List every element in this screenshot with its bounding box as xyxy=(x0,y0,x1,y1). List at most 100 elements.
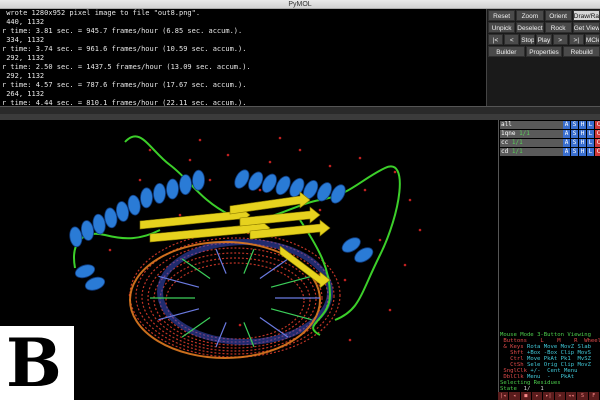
object-action-a[interactable]: A xyxy=(563,148,571,156)
button-draw-ray[interactable]: Draw/Ray xyxy=(572,10,600,21)
alpha-helix xyxy=(140,187,153,209)
console-line: r time: 4.57 sec. = 787.6 frames/hour (1… xyxy=(2,81,247,89)
button-builder[interactable]: Builder xyxy=(488,46,525,57)
water-atom xyxy=(363,188,367,192)
button-unpick[interactable]: Unpick xyxy=(488,22,516,33)
button-[interactable]: >| xyxy=(568,34,584,45)
object-name[interactable]: cd 1/1 xyxy=(500,148,563,156)
movie-button[interactable]: ▸| xyxy=(543,392,555,400)
object-action-h[interactable]: H xyxy=(579,148,587,156)
water-atom xyxy=(188,158,192,162)
movie-button[interactable]: ■ xyxy=(520,392,532,400)
object-action-s[interactable]: S xyxy=(571,139,579,147)
object-action-c[interactable]: C xyxy=(595,139,600,147)
base-pair xyxy=(181,258,211,279)
button-orient[interactable]: Orient xyxy=(544,10,572,21)
alpha-helix xyxy=(74,264,96,279)
object-action-l[interactable]: L xyxy=(587,139,595,147)
object-row-cd[interactable]: cd 1/1 A S H L C xyxy=(500,148,600,156)
object-action-h[interactable]: H xyxy=(579,130,587,138)
button-stop[interactable]: Stop xyxy=(520,34,536,45)
button-rebuild[interactable]: Rebuild xyxy=(563,46,600,57)
water-atom xyxy=(238,323,242,327)
object-action-s[interactable]: S xyxy=(571,121,579,129)
movie-control-bar: |◂ ◂ ■ ▸ ▸|» ◂◂ S F xyxy=(498,392,600,400)
object-name[interactable]: all xyxy=(500,121,563,129)
water-atom xyxy=(318,208,322,212)
base-pair xyxy=(259,317,289,338)
object-action-a[interactable]: A xyxy=(563,130,571,138)
water-atom xyxy=(358,156,362,160)
object-row-all[interactable]: all ASHLC xyxy=(500,121,600,129)
button-zoom[interactable]: Zoom xyxy=(516,10,544,21)
water-atom xyxy=(388,308,392,312)
water-atom xyxy=(348,338,352,342)
console-line: wrote 1280x952 pixel image to file "out8… xyxy=(2,9,201,17)
button-play[interactable]: Play xyxy=(536,34,552,45)
button-properties[interactable]: Properties xyxy=(525,46,563,57)
control-button-panel: Reset Zoom Orient Draw/Ray Unpick Deselect Roc… xyxy=(486,9,600,106)
object-state: 1/1 xyxy=(511,139,523,146)
brand-logo: B xyxy=(0,326,74,400)
object-action-h[interactable]: H xyxy=(579,121,587,129)
water-atom xyxy=(148,148,152,152)
movie-button[interactable]: S xyxy=(577,392,589,400)
object-action-l[interactable]: L xyxy=(587,148,595,156)
button-reset[interactable]: Reset xyxy=(488,10,516,21)
object-action-a[interactable]: A xyxy=(563,139,571,147)
button-get-view[interactable]: Get View xyxy=(572,22,600,33)
object-action-h[interactable]: H xyxy=(579,139,587,147)
logo-letter: B xyxy=(6,324,62,400)
object-action-s[interactable]: S xyxy=(571,148,579,156)
movie-button[interactable]: ◂ xyxy=(509,392,521,400)
button-[interactable]: |< xyxy=(488,34,504,45)
object-row-1qne[interactable]: 1qne 1/1 A S H L C xyxy=(500,130,600,138)
command-input[interactable] xyxy=(0,106,486,114)
button-[interactable]: < xyxy=(504,34,520,45)
base-pair xyxy=(270,275,312,288)
movie-button[interactable]: » xyxy=(554,392,566,400)
molecule-viewport[interactable] xyxy=(0,120,498,400)
console-line: 440, 1132 xyxy=(2,18,45,26)
object-name[interactable]: cc 1/1 xyxy=(500,139,563,147)
object-action-l[interactable]: L xyxy=(587,121,595,129)
object-action-c[interactable]: C xyxy=(595,148,600,156)
button-row: Unpick Deselect Rock Get View xyxy=(487,22,600,33)
console-line: r time: 2.50 sec. = 1437.5 frames/hour (… xyxy=(2,63,251,71)
object-state: 1/1 xyxy=(519,130,530,137)
button-deselect[interactable]: Deselect xyxy=(516,22,544,33)
object-label: cd xyxy=(501,148,512,155)
object-label: cc xyxy=(501,139,512,146)
base-pair xyxy=(243,249,255,274)
window-title: PyMOL xyxy=(288,1,312,8)
object-action-c[interactable]: C xyxy=(595,130,600,138)
button-rock[interactable]: Rock xyxy=(544,22,572,33)
base-pair xyxy=(259,258,289,279)
title-bar: PyMOL xyxy=(0,0,600,9)
object-name[interactable]: 1qne 1/1 xyxy=(500,130,563,138)
water-atom xyxy=(226,153,230,157)
button-mclear[interactable]: MClear xyxy=(584,34,600,45)
console-line: r time: 4.44 sec. = 810.1 frames/hour (2… xyxy=(2,99,247,106)
object-action-a[interactable]: A xyxy=(563,121,571,129)
movie-button[interactable]: |◂ xyxy=(498,392,510,400)
output-console: wrote 1280x952 pixel image to file "out8… xyxy=(0,9,486,106)
movie-button[interactable]: F xyxy=(588,392,600,400)
console-line: r time: 3.74 sec. = 961.6 frames/hour (1… xyxy=(2,45,247,53)
water-atom xyxy=(138,178,142,182)
movie-button[interactable]: ◂◂ xyxy=(565,392,578,400)
water-atom xyxy=(268,160,272,164)
movie-button[interactable]: ▸ xyxy=(531,392,544,400)
button-[interactable]: > xyxy=(552,34,568,45)
object-action-s[interactable]: S xyxy=(571,130,579,138)
command-input-right[interactable] xyxy=(486,106,600,114)
water-atom xyxy=(298,148,302,152)
console-line: 292, 1132 xyxy=(2,54,45,62)
object-action-l[interactable]: L xyxy=(587,130,595,138)
molecule-render[interactable] xyxy=(0,120,498,400)
water-atom xyxy=(208,178,212,182)
object-state: 1/1 xyxy=(511,148,523,155)
object-row-cc[interactable]: cc 1/1 A S H L C xyxy=(500,139,600,147)
object-action-c[interactable]: C xyxy=(595,121,600,129)
water-atom xyxy=(378,238,382,242)
